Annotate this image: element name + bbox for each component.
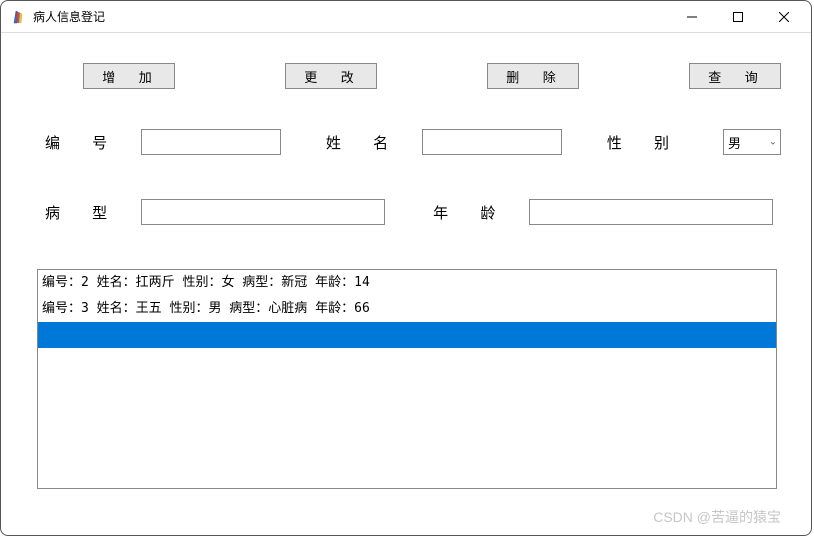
titlebar: 病人信息登记: [1, 1, 811, 33]
window: 病人信息登记 增 加 更 改 删 除 查 询 编 号 姓 名: [0, 0, 812, 536]
content-area: 增 加 更 改 删 除 查 询 编 号 姓 名 性 别 ⌄ 病 型 年 龄: [1, 33, 811, 509]
name-label: 姓 名: [326, 132, 402, 153]
list-item[interactable]: [38, 322, 776, 348]
type-label: 病 型: [45, 202, 121, 223]
button-row: 增 加 更 改 删 除 查 询: [31, 63, 781, 89]
form-row-2: 病 型 年 龄: [31, 199, 781, 225]
name-input[interactable]: [422, 129, 562, 155]
type-input[interactable]: [141, 199, 385, 225]
window-controls: [669, 1, 807, 33]
delete-button[interactable]: 删 除: [487, 63, 579, 89]
minimize-button[interactable]: [669, 1, 715, 33]
list-item[interactable]: 编号：2 姓名：扛两斤 性别：女 病型：新冠 年龄：14: [38, 270, 776, 296]
list-item[interactable]: 编号：3 姓名：王五 性别：男 病型：心脏病 年龄：66: [38, 296, 776, 322]
age-input[interactable]: [529, 199, 773, 225]
gender-combobox[interactable]: [723, 129, 781, 155]
watermark-text: CSDN @苦逼的猿宝: [653, 507, 781, 527]
id-label: 编 号: [45, 132, 121, 153]
results-listbox[interactable]: 编号：2 姓名：扛两斤 性别：女 病型：新冠 年龄：14编号：3 姓名：王五 性…: [37, 269, 777, 489]
app-icon: [11, 9, 27, 25]
gender-label: 性 别: [607, 132, 683, 153]
maximize-button[interactable]: [715, 1, 761, 33]
age-label: 年 龄: [433, 202, 509, 223]
add-button[interactable]: 增 加: [83, 63, 175, 89]
close-button[interactable]: [761, 1, 807, 33]
window-title: 病人信息登记: [33, 8, 105, 25]
id-input[interactable]: [141, 129, 281, 155]
form-row-1: 编 号 姓 名 性 别 ⌄: [31, 129, 781, 155]
query-button[interactable]: 查 询: [689, 63, 781, 89]
edit-button[interactable]: 更 改: [285, 63, 377, 89]
listbox-wrap: 编号：2 姓名：扛两斤 性别：女 病型：新冠 年龄：14编号：3 姓名：王五 性…: [31, 269, 781, 489]
